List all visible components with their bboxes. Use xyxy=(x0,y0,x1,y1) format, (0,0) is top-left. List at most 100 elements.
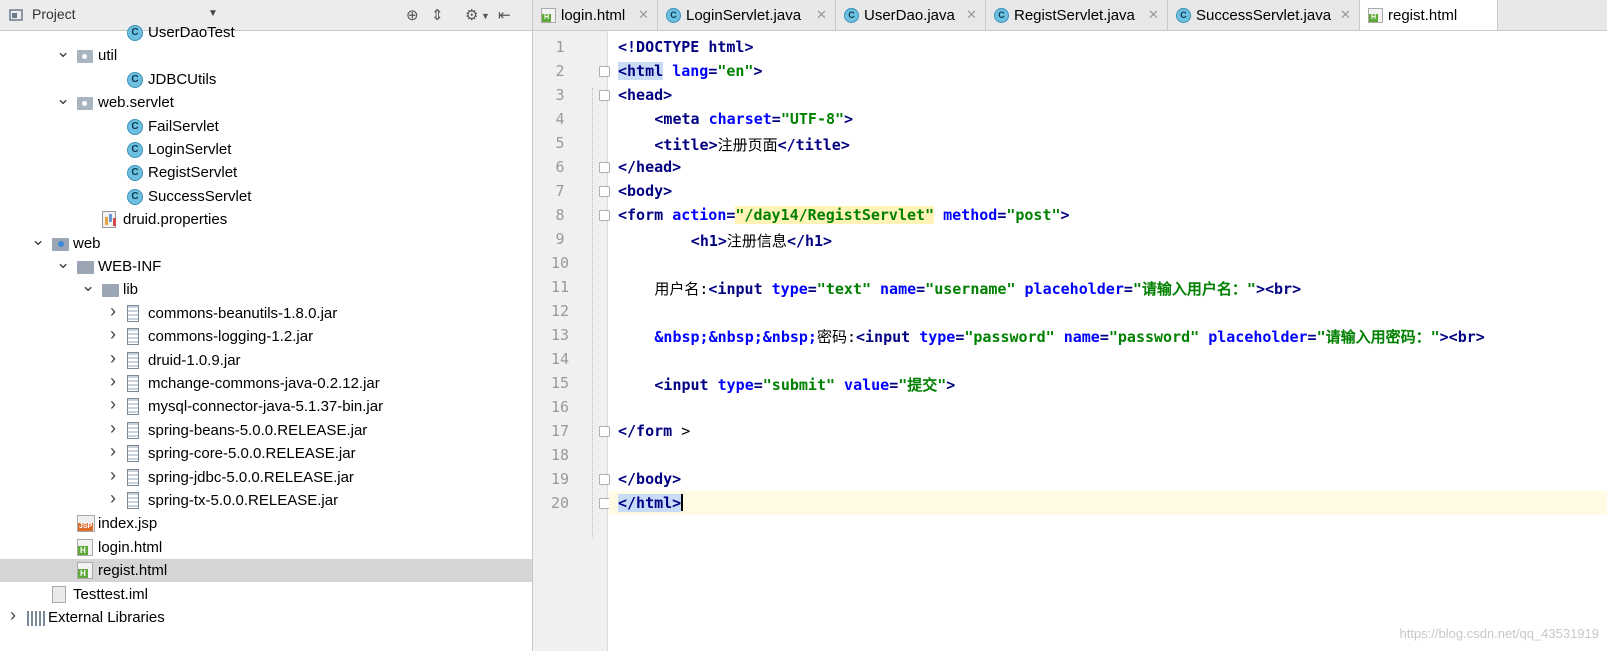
chevron-down-icon[interactable]: ⌄ xyxy=(56,89,70,109)
chevron-down-icon[interactable]: ⌄ xyxy=(56,42,70,62)
package-icon xyxy=(77,97,93,111)
code-line[interactable]: <html lang="en"> xyxy=(609,59,1607,83)
editor-tab[interactable]: C SuccessServlet.java ✕ xyxy=(1168,0,1360,30)
chevron-right-icon[interactable]: › xyxy=(106,418,120,439)
tree-item[interactable]: › mchange-commons-java-0.2.12.jar xyxy=(0,371,532,395)
code-line[interactable]: &nbsp;&nbsp;&nbsp;密码:<input type="passwo… xyxy=(609,323,1607,347)
code-line[interactable]: </head> xyxy=(609,155,1607,179)
code-token: > xyxy=(1060,206,1070,224)
tree-item[interactable]: › spring-core-5.0.0.RELEASE.jar xyxy=(0,441,532,465)
code-line[interactable]: <input type="submit" value="提交"> xyxy=(609,371,1607,395)
tree-item[interactable]: › commons-logging-1.2.jar xyxy=(0,324,532,348)
chevron-down-icon[interactable]: ⌄ xyxy=(31,230,45,250)
code-token: type xyxy=(717,376,754,394)
line-number: 2 xyxy=(555,62,565,80)
tree-item[interactable]: ⌄ web.servlet xyxy=(0,89,532,114)
editor-area: Hlogin.html ✕ C LoginServlet.java ✕ C UserDao.… xyxy=(533,0,1607,651)
code-line[interactable]: <meta charset="UTF-8"> xyxy=(609,107,1607,131)
tree-item[interactable]: ⌄ web xyxy=(0,230,532,255)
tree-item[interactable]: JSP index.jsp xyxy=(0,512,532,535)
tree-item[interactable]: ⌄ util xyxy=(0,42,532,67)
chevron-right-icon[interactable]: › xyxy=(6,605,20,626)
tree-item[interactable]: C SuccessServlet xyxy=(0,185,532,208)
code-text: </form > xyxy=(618,422,690,440)
code-line[interactable]: </body> xyxy=(609,467,1607,491)
tree-item-label: commons-beanutils-1.8.0.jar xyxy=(148,304,338,322)
editor-tab[interactable]: C UserDao.java ✕ xyxy=(836,0,986,30)
tree-item-label: Testtest.iml xyxy=(73,585,149,603)
java-class-icon: C xyxy=(127,25,143,41)
chevron-down-icon[interactable]: ▼ xyxy=(208,8,218,19)
project-panel-title[interactable]: Project xyxy=(32,6,76,22)
editor-tab[interactable]: Hregist.html xyxy=(1360,0,1498,30)
tree-item[interactable]: › spring-beans-5.0.0.RELEASE.jar xyxy=(0,418,532,442)
editor-tab[interactable]: C RegistServlet.java ✕ xyxy=(986,0,1168,30)
code-token: placeholder xyxy=(1208,328,1308,346)
tree-item[interactable]: C RegistServlet xyxy=(0,161,532,184)
line-number: 19 xyxy=(550,470,570,488)
code-token: <html xyxy=(618,62,664,80)
tree-item[interactable]: › spring-jdbc-5.0.0.RELEASE.jar xyxy=(0,465,532,489)
project-view-icon[interactable] xyxy=(9,8,23,22)
code-line[interactable] xyxy=(609,347,1607,371)
code-line[interactable] xyxy=(609,443,1607,467)
close-icon[interactable]: ✕ xyxy=(816,7,827,23)
code-line[interactable]: <head> xyxy=(609,83,1607,107)
tree-item[interactable]: C FailServlet xyxy=(0,115,532,138)
code-line[interactable]: </html> xyxy=(609,491,1607,515)
code-token: 密码: xyxy=(816,328,856,346)
tree-item[interactable]: druid.properties xyxy=(0,208,532,231)
code-token: name xyxy=(880,280,917,298)
close-icon[interactable]: ✕ xyxy=(638,7,649,23)
tree-item[interactable]: Testtest.iml xyxy=(0,583,532,606)
tree-item[interactable]: C UserDaoTest xyxy=(0,21,532,44)
code-line[interactable] xyxy=(609,395,1607,419)
tree-item[interactable]: C JDBCUtils xyxy=(0,68,532,91)
line-number-gutter: 1 2 3 4 5 6 7 8 9 10 11 12 13 14 15 16 17 18 19 20 xyxy=(533,31,610,651)
tree-item[interactable]: › spring-tx-5.0.0.RELEASE.jar xyxy=(0,488,532,512)
close-icon[interactable]: ✕ xyxy=(966,7,977,23)
chevron-right-icon[interactable]: › xyxy=(106,348,120,369)
chevron-down-icon[interactable]: ⌄ xyxy=(56,253,70,273)
code-token: "请输入用密码：" xyxy=(1316,328,1440,346)
code-token: > xyxy=(744,38,754,56)
tree-item[interactable]: ⌄ lib xyxy=(0,276,532,301)
close-icon[interactable]: ✕ xyxy=(1340,7,1351,23)
code-line[interactable]: <form action = "/day14/RegistServlet" meth… xyxy=(609,203,1607,227)
chevron-right-icon[interactable]: › xyxy=(106,371,120,392)
chevron-right-icon[interactable]: › xyxy=(106,488,120,509)
editor-tab[interactable]: Hlogin.html ✕ xyxy=(533,0,658,30)
jar-icon xyxy=(127,445,139,463)
code-line[interactable]: <!DOCTYPE html> xyxy=(609,35,1607,59)
code-line[interactable]: <body> xyxy=(609,179,1607,203)
gear-dropdown-icon[interactable]: ▼ xyxy=(481,11,490,21)
code-area[interactable]: <!DOCTYPE html> <html lang="en"> <head> <me… xyxy=(609,31,1607,651)
chevron-right-icon[interactable]: › xyxy=(106,465,120,486)
code-line[interactable]: <title>注册页面</title> xyxy=(609,131,1607,155)
code-token: </head> xyxy=(618,158,682,176)
editor-tab[interactable]: C LoginServlet.java ✕ xyxy=(658,0,836,30)
tree-item[interactable]: › druid-1.0.9.jar xyxy=(0,348,532,372)
tree-item[interactable]: › commons-beanutils-1.8.0.jar xyxy=(0,301,532,325)
tree-item-label: FailServlet xyxy=(148,117,219,135)
chevron-down-icon[interactable]: ⌄ xyxy=(81,276,95,296)
tree-item-label: regist.html xyxy=(98,562,168,580)
chevron-right-icon[interactable]: › xyxy=(106,394,120,415)
tree-item[interactable]: ⌄ WEB-INF xyxy=(0,253,532,278)
chevron-right-icon[interactable]: › xyxy=(106,441,120,462)
tree-item[interactable]: › mysql-connector-java-5.1.37-bin.jar xyxy=(0,394,532,418)
code-line[interactable]: 用户名:<input type="text" name="username" p… xyxy=(609,275,1607,299)
editor-tab-label: LoginServlet.java xyxy=(686,7,802,24)
tree-item[interactable]: Hregist.html xyxy=(0,559,532,583)
chevron-right-icon[interactable]: › xyxy=(106,324,120,345)
close-icon[interactable]: ✕ xyxy=(1148,7,1159,23)
code-line[interactable]: <h1>注册信息</h1> xyxy=(609,227,1607,251)
tree-item[interactable]: C LoginServlet xyxy=(0,138,532,161)
code-line[interactable] xyxy=(609,251,1607,275)
chevron-right-icon[interactable]: › xyxy=(106,301,120,322)
tree-item[interactable]: › External Libraries xyxy=(0,605,532,629)
code-line[interactable] xyxy=(609,299,1607,323)
code-line[interactable]: </form > xyxy=(609,419,1607,443)
tree-item[interactable]: Hlogin.html xyxy=(0,536,532,559)
